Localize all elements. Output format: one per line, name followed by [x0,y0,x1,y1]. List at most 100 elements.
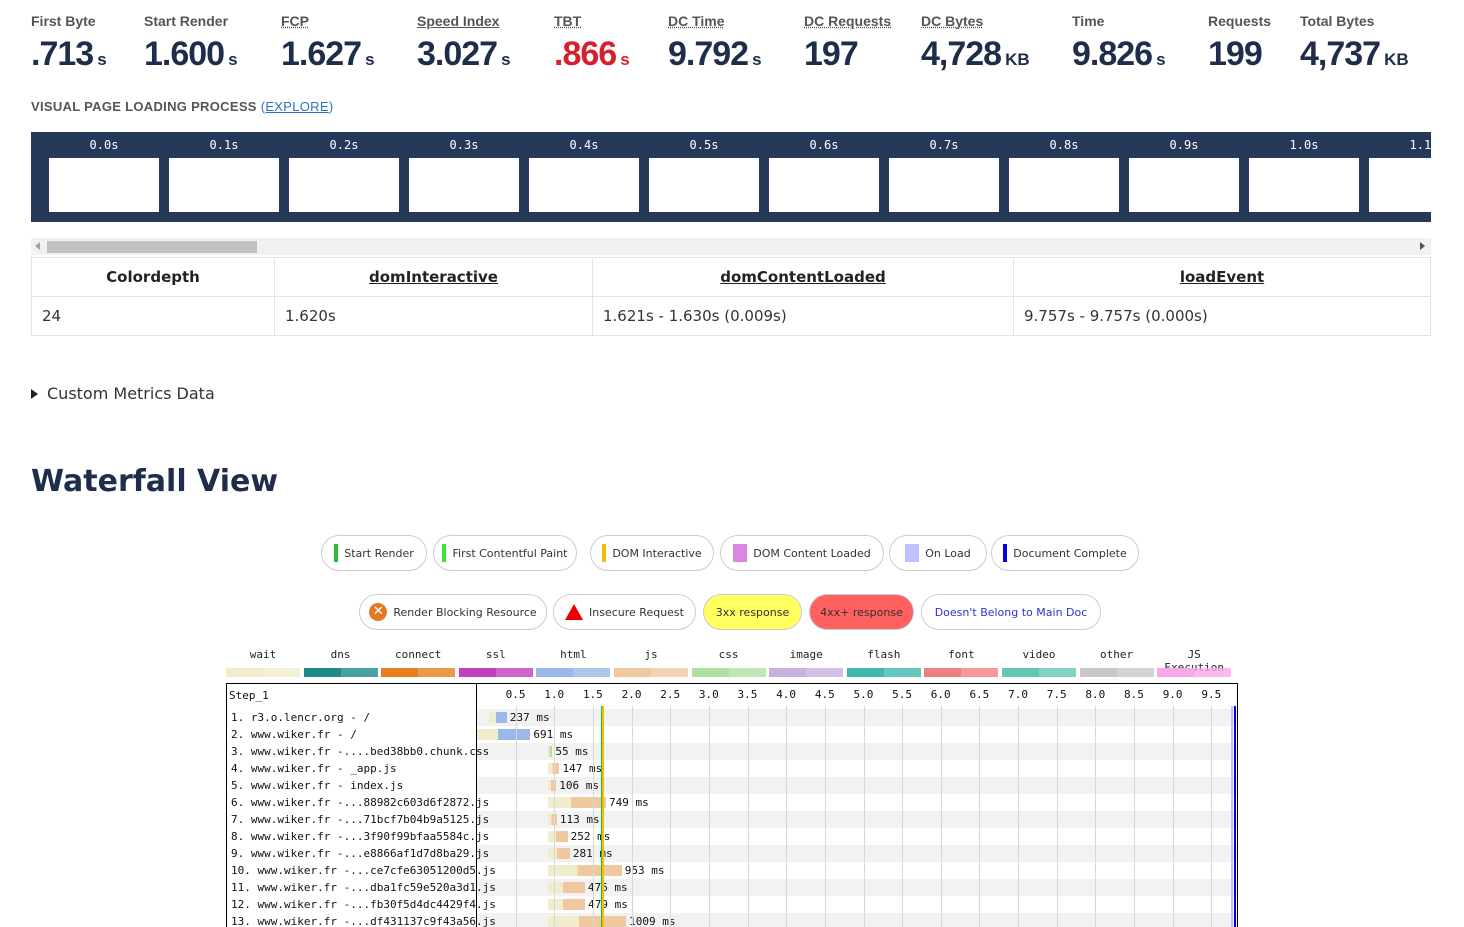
axis-tick-label: 8.5 [1124,688,1144,701]
frame-thumbnail[interactable] [529,158,639,212]
frame-thumbnail[interactable] [1009,158,1119,212]
request-name[interactable]: 1. r3.o.lencr.org - / [231,711,370,724]
frame-thumbnail[interactable] [1249,158,1359,212]
header-domcontentloaded[interactable]: domContentLoaded [592,257,1014,297]
metric-label: First Byte [31,13,96,29]
type-legend-flash: flash [846,648,921,677]
filmstrip-frame[interactable]: 0.0s [49,132,159,222]
filmstrip-frame[interactable]: 0.6s [769,132,879,222]
type-swatch [846,668,921,677]
legend-swatch [733,544,748,562]
axis-tick-label: 5.5 [892,688,913,701]
gridline [708,706,710,927]
header-loadevent[interactable]: loadEvent [1013,257,1431,297]
request-bar[interactable] [548,916,627,927]
request-name[interactable]: 8. www.wiker.fr -...3f90f99bfaa5584c.js [231,830,489,843]
type-label: font [948,648,975,661]
request-name[interactable]: 2. www.wiker.fr - / [231,728,357,741]
metric-value: 9.792 s [668,30,762,84]
metric-value: 1.600 s [144,30,238,84]
filmstrip-frame[interactable]: 1.1s [1369,132,1431,222]
header-dominteractive[interactable]: domInteractive [274,257,593,297]
type-swatch [614,668,688,677]
request-name[interactable]: 12. www.wiker.fr -...fb30f5d4dc4429f4.js [231,898,496,911]
value-domcontentloaded: 1.621s - 1.630s (0.009s) [592,296,1014,336]
request-name[interactable]: 3. www.wiker.fr -....bed38bb0.chunk.css [231,745,489,758]
frame-time: 0.8s [1049,138,1079,152]
request-name[interactable]: 13. www.wiker.fr -...df431137c9f43a56.js [231,915,496,927]
frame-time: 0.2s [329,138,359,152]
axis-tick-label: 2.0 [621,688,642,701]
frame-thumbnail[interactable] [1369,158,1431,212]
filmstrip[interactable]: 0.0s 0.1s 0.2s 0.3s 0.4s 0.5s 0.6s 0.7s 0.8s 0.9s… [31,132,1431,222]
frame-thumbnail[interactable] [289,158,399,212]
metric-unit: KB [1005,50,1030,69]
frame-thumbnail[interactable] [649,158,759,212]
request-bar[interactable] [477,729,531,740]
filmstrip-frame[interactable]: 0.5s [649,132,759,222]
explore-link[interactable]: EXPLORE [265,99,329,114]
scroll-left-arrow-icon[interactable] [35,242,40,250]
metric-unit: s [752,50,762,69]
legend-first-contentful-paint: First Contentful Paint [433,535,577,571]
axis-tick-label: 8.0 [1085,688,1106,701]
scrollbar-thumb[interactable] [47,241,257,253]
legend-3xx-response: 3xx response [703,594,802,630]
filmstrip-frame[interactable]: 0.7s [889,132,999,222]
frame-thumbnail[interactable] [769,158,879,212]
metric-dc-bytes: DC Bytes 4,728 KB [921,12,1030,84]
filmstrip-scrollbar[interactable] [31,238,1431,255]
filmstrip-frame[interactable]: 0.4s [529,132,639,222]
frame-thumbnail[interactable] [169,158,279,212]
filmstrip-frame[interactable]: 0.9s [1129,132,1239,222]
type-legend-other: other [1079,648,1154,677]
request-bar[interactable] [548,797,606,808]
value-loadevent: 9.757s - 9.757s (0.000s) [1013,296,1431,336]
gridline [902,706,904,927]
frame-thumbnail[interactable] [409,158,519,212]
metric-unit: s [1156,50,1166,69]
waterfall-chart: 237 ms 691 ms 55 ms 147 ms 106 ms 749 ms 113 m… [226,683,1238,927]
frame-time: 1.0s [1289,138,1319,152]
filmstrip-frame[interactable]: 0.2s [289,132,399,222]
request-bar[interactable] [488,712,507,723]
request-bar[interactable] [548,746,553,757]
frame-time: 0.5s [689,138,719,152]
request-bar[interactable] [548,831,568,842]
legend-4xx-response: 4xx+ response [809,594,914,630]
request-name[interactable]: 5. www.wiker.fr - index.js [231,779,403,792]
gridline [1018,706,1020,927]
custom-metrics-toggle[interactable]: Custom Metrics Data [31,384,215,403]
frame-thumbnail[interactable] [49,158,159,212]
frame-thumbnail[interactable] [1129,158,1239,212]
request-name[interactable]: 7. www.wiker.fr -...71bcf7b04b9a5125.js [231,813,489,826]
request-duration: 252 ms [570,830,611,843]
scroll-right-arrow-icon[interactable] [1420,242,1425,250]
filmstrip-frame[interactable]: 0.1s [169,132,279,222]
type-legend-video: video [1002,648,1076,677]
request-names-column: Step_1 1. r3.o.lencr.org - / 2. www.wiker… [227,684,496,927]
request-name[interactable]: 4. www.wiker.fr - _app.js [231,762,397,775]
type-label: image [789,648,823,661]
metric-label: Time [1072,13,1105,29]
type-label: wait [249,648,277,661]
request-duration: 479 ms [588,898,628,911]
metric-label[interactable]: Speed Index [417,12,511,30]
axis-tick-label: 9.0 [1162,688,1183,701]
request-duration: 55 ms [555,745,589,758]
request-bar[interactable] [548,848,570,859]
metric-value: 3.027 s [417,30,511,84]
filmstrip-frame[interactable]: 0.3s [409,132,519,222]
filmstrip-frame[interactable]: 0.8s [1009,132,1119,222]
gridline [747,706,749,927]
request-name[interactable]: 9. www.wiker.fr -...e8866af1d7d8ba29.js [231,847,489,860]
request-name[interactable]: 6. www.wiker.fr -...88982c603d6f2872.js [231,796,489,809]
metric-label: DC Time [668,13,725,29]
metric-label: Total Bytes [1300,13,1375,29]
frame-thumbnail[interactable] [889,158,999,212]
request-bar[interactable] [548,814,557,825]
request-name[interactable]: 11. www.wiker.fr -...dba1fc59e520a3d1.js [231,881,496,894]
filmstrip-frame[interactable]: 1.0s [1249,132,1359,222]
request-bar[interactable] [548,865,622,876]
request-name[interactable]: 10. www.wiker.fr -...ce7cfe63051200d5.js [231,864,496,877]
